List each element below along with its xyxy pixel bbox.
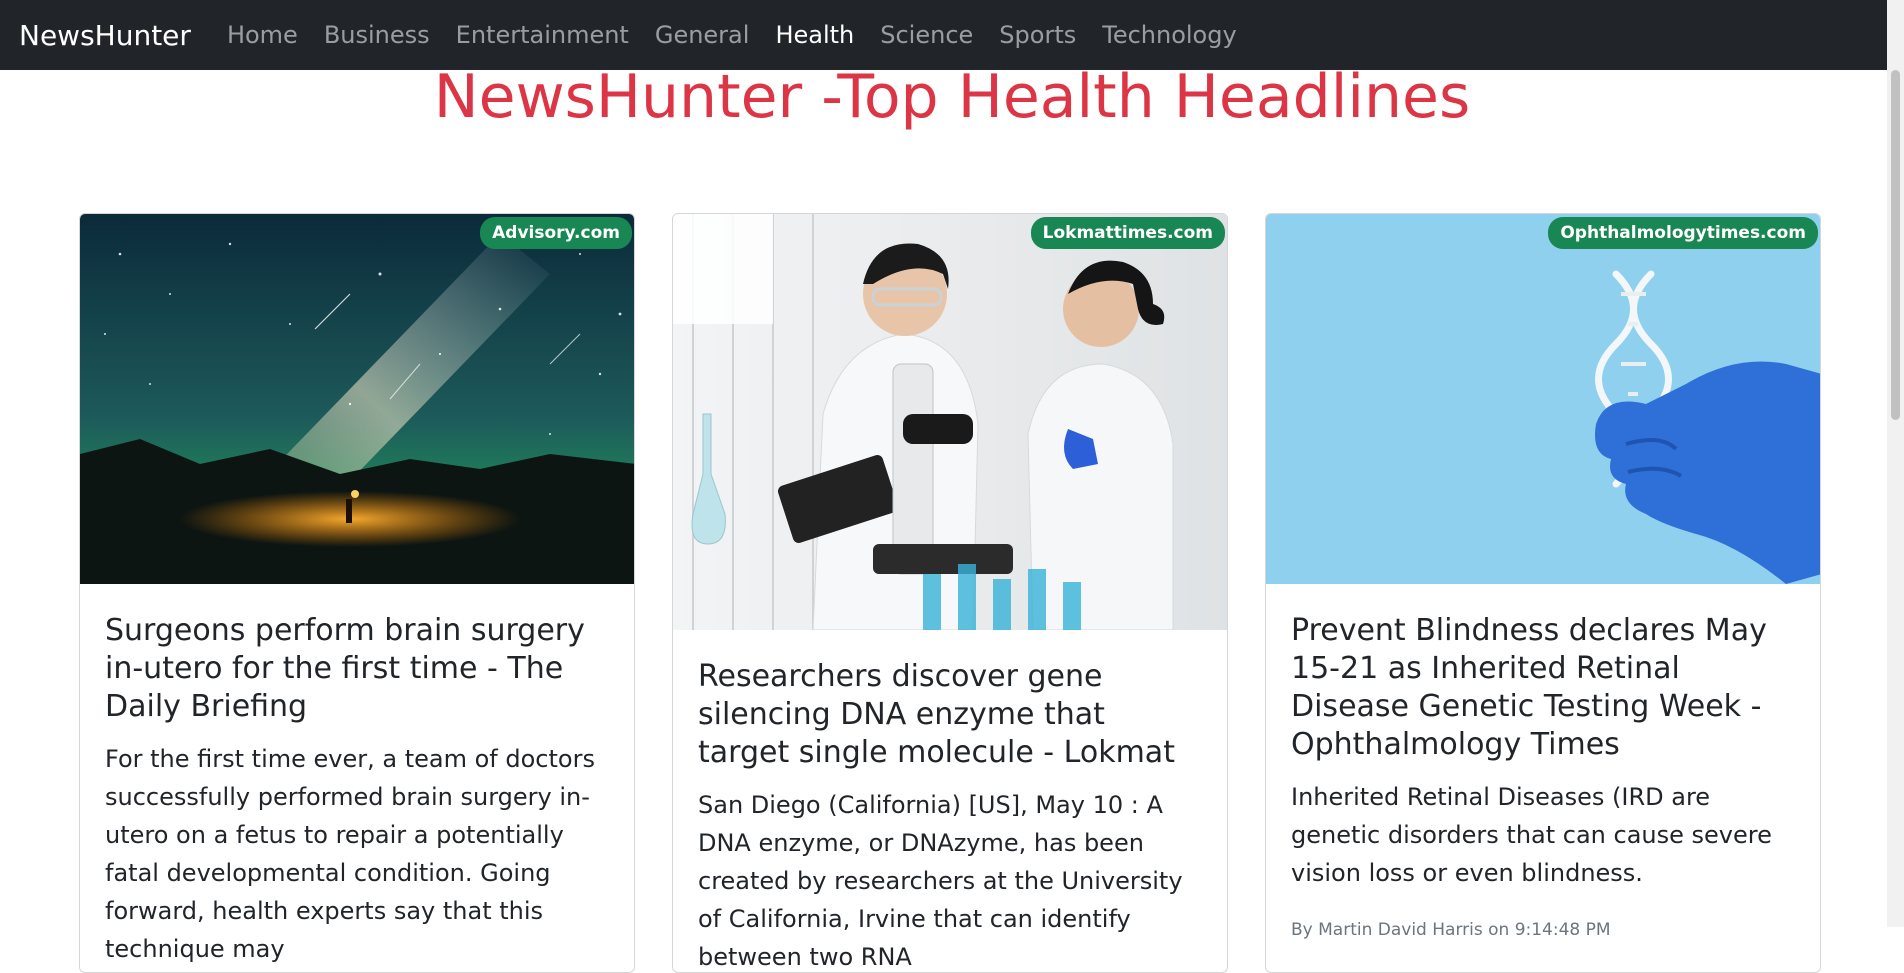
news-card: Ophthalmologytimes.com Prevent Blindness…: [1265, 213, 1821, 973]
news-card: Lokmattimes.com Researchers discover gen…: [672, 213, 1228, 973]
night-sky-milky-way-image: Advisory.com: [80, 214, 634, 584]
nav-link-health[interactable]: Health: [775, 21, 854, 49]
nav-link-technology[interactable]: Technology: [1102, 21, 1236, 49]
nav-links: Home Business Entertainment General Heal…: [227, 21, 1263, 49]
article-description: San Diego (California) [US], May 10 : A …: [698, 791, 1183, 971]
source-badge: Advisory.com: [480, 217, 632, 249]
article-title[interactable]: Surgeons perform brain surgery in-utero …: [105, 612, 608, 726]
card-body: Surgeons perform brain surgery in-utero …: [80, 584, 634, 968]
article-title[interactable]: Researchers discover gene silencing DNA …: [698, 658, 1201, 772]
article-description: For the first time ever, a team of docto…: [105, 745, 595, 963]
article-author: By Martin David Harris on 9:14:48 PM: [1291, 920, 1611, 940]
nav-link-sports[interactable]: Sports: [999, 21, 1076, 49]
nav-link-general[interactable]: General: [655, 21, 750, 49]
source-badge: Lokmattimes.com: [1030, 217, 1225, 249]
lab-scientists-microscope-image: Lokmattimes.com: [673, 214, 1227, 630]
card-body: Prevent Blindness declares May 15-21 as …: [1266, 584, 1820, 940]
article-title[interactable]: Prevent Blindness declares May 15-21 as …: [1291, 612, 1794, 764]
news-card: Advisory.com Surgeons perform brain surg…: [79, 213, 635, 973]
card-body: Researchers discover gene silencing DNA …: [673, 630, 1227, 972]
nav-link-science[interactable]: Science: [880, 21, 973, 49]
nav-link-home[interactable]: Home: [227, 21, 298, 49]
top-navbar: NewsHunter Home Business Entertainment G…: [0, 0, 1904, 70]
navbar-brand[interactable]: NewsHunter: [19, 19, 191, 52]
dna-helix-gloved-hand-image: Ophthalmologytimes.com: [1266, 214, 1820, 584]
source-badge: Ophthalmologytimes.com: [1548, 217, 1818, 249]
page-title: NewsHunter -Top Health Headlines: [433, 62, 1471, 132]
nav-link-entertainment[interactable]: Entertainment: [456, 21, 629, 49]
article-description: Inherited Retinal Diseases (IRD are gene…: [1291, 783, 1772, 887]
vertical-scrollbar[interactable]: [1887, 0, 1904, 927]
nav-link-business[interactable]: Business: [324, 21, 430, 49]
scrollbar-thumb[interactable]: [1891, 70, 1900, 420]
